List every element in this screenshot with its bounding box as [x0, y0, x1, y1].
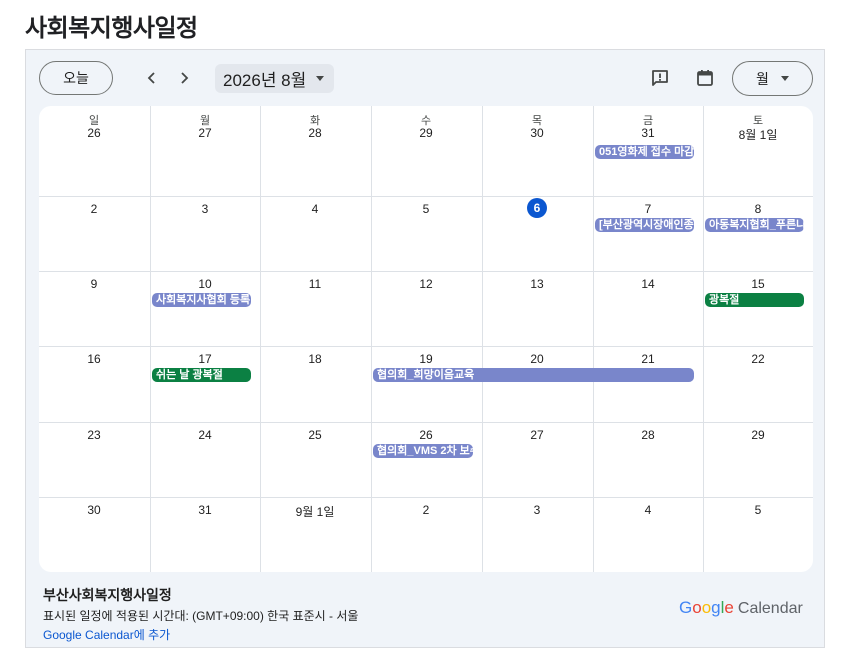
date-number[interactable]: 15 [703, 277, 813, 291]
date-number[interactable]: 30 [39, 503, 149, 517]
grid-row-divider [39, 497, 813, 498]
event-chip[interactable]: 사회복지사협회 등록 [152, 293, 251, 307]
date-number[interactable]: 2 [371, 503, 481, 517]
date-number[interactable]: 9 [39, 277, 149, 291]
calendar-footer: 부산사회복지행사일정 표시된 일정에 적용된 시간대: (GMT+09:00) … [26, 572, 824, 649]
date-number[interactable]: 8월 1일 [703, 126, 813, 143]
event-chip[interactable]: 051영화제 접수 마감 [595, 145, 694, 159]
calendar-icon [697, 70, 713, 86]
month-label: 2026년 8월 [223, 71, 307, 90]
date-number[interactable]: 27 [482, 428, 592, 442]
calendar-view-button[interactable] [693, 66, 717, 90]
date-number[interactable]: 12 [371, 277, 481, 291]
date-number[interactable]: 31 [150, 503, 260, 517]
date-number[interactable]: 26 [371, 428, 481, 442]
grid-row-divider [39, 196, 813, 197]
date-number[interactable]: 26 [39, 126, 149, 140]
caret-down-icon [780, 76, 789, 81]
event-chip[interactable]: 협의회_희망이음교육 [373, 368, 694, 382]
timezone-text: 표시된 일정에 적용된 시간대: (GMT+09:00) 한국 표준시 - 서울 [43, 609, 359, 623]
event-chip[interactable]: 아동복지협회_푸른나무 [705, 218, 804, 232]
date-number[interactable]: 16 [39, 352, 149, 366]
date-number[interactable]: 25 [260, 428, 370, 442]
event-chip[interactable]: 쉬는 날 광복절 [152, 368, 251, 382]
date-number[interactable]: 23 [39, 428, 149, 442]
date-number[interactable]: 17 [150, 352, 260, 366]
date-number[interactable]: 27 [150, 126, 260, 140]
date-number[interactable]: 5 [703, 503, 813, 517]
date-number[interactable]: 29 [703, 428, 813, 442]
feedback-icon [652, 70, 668, 86]
caret-down-icon [316, 76, 325, 81]
date-number[interactable]: 29 [371, 126, 481, 140]
date-number[interactable]: 28 [260, 126, 370, 140]
date-number[interactable]: 2 [39, 202, 149, 216]
next-month-button[interactable] [170, 64, 198, 92]
calendar-embed: 오늘 2026년 8월 월 일 월 화 수 목 금 토 26 27 28 29 … [25, 49, 825, 648]
date-number[interactable]: 8 [703, 202, 813, 216]
view-selector-button[interactable]: 월 [732, 61, 813, 96]
date-number[interactable]: 14 [593, 277, 703, 291]
date-number[interactable]: 9월 1일 [260, 503, 370, 520]
view-label: 월 [756, 70, 769, 87]
date-number[interactable]: 3 [482, 503, 592, 517]
google-calendar-logo[interactable]: Google Calendar [679, 598, 803, 618]
chevron-right-icon [181, 72, 189, 84]
event-chip[interactable]: [부산광역시장애인종합복지관 [595, 218, 694, 232]
google-wordmark: Google [679, 598, 734, 617]
date-number[interactable]: 18 [260, 352, 370, 366]
event-chip[interactable]: 광복절 [705, 293, 804, 307]
date-number[interactable]: 30 [482, 126, 592, 140]
date-number[interactable]: 19 [371, 352, 481, 366]
date-number[interactable]: 13 [482, 277, 592, 291]
previous-month-button[interactable] [138, 64, 166, 92]
grid-row-divider [39, 346, 813, 347]
date-number[interactable]: 20 [482, 352, 592, 366]
date-number[interactable]: 28 [593, 428, 703, 442]
today-button[interactable]: 오늘 [39, 61, 113, 95]
month-picker-button[interactable]: 2026년 8월 [215, 64, 335, 93]
date-number[interactable]: 4 [593, 503, 703, 517]
event-chip[interactable]: 협의회_VMS 2차 보수교육 [373, 444, 473, 458]
date-number[interactable]: 24 [150, 428, 260, 442]
calendar-toolbar: 오늘 2026년 8월 월 [26, 50, 824, 106]
page-title: 사회복지행사일정 [25, 15, 198, 42]
date-number[interactable]: 4 [260, 202, 370, 216]
calendar-wordmark: Calendar [737, 600, 803, 617]
chevron-left-icon [147, 72, 155, 84]
date-number[interactable]: 21 [593, 352, 703, 366]
grid-row-divider [39, 271, 813, 272]
date-number[interactable]: 11 [260, 277, 370, 291]
date-number[interactable]: 31 [593, 126, 703, 140]
month-grid: 일 월 화 수 목 금 토 26 27 28 29 30 31 8월 1일 2 3 4 5 6 7 8 9 10 11 12 13… [39, 106, 813, 572]
date-number[interactable]: 10 [150, 277, 260, 291]
grid-row-divider [39, 422, 813, 423]
today-date-marker[interactable]: 6 [527, 198, 547, 218]
add-to-google-calendar-link[interactable]: Google Calendar에 추가 [43, 626, 170, 643]
date-number[interactable]: 22 [703, 352, 813, 366]
date-number[interactable]: 5 [371, 202, 481, 216]
date-number[interactable]: 3 [150, 202, 260, 216]
date-number[interactable]: 7 [593, 202, 703, 216]
calendar-name: 부산사회복지행사일정 [43, 587, 172, 603]
feedback-button[interactable] [648, 66, 672, 90]
